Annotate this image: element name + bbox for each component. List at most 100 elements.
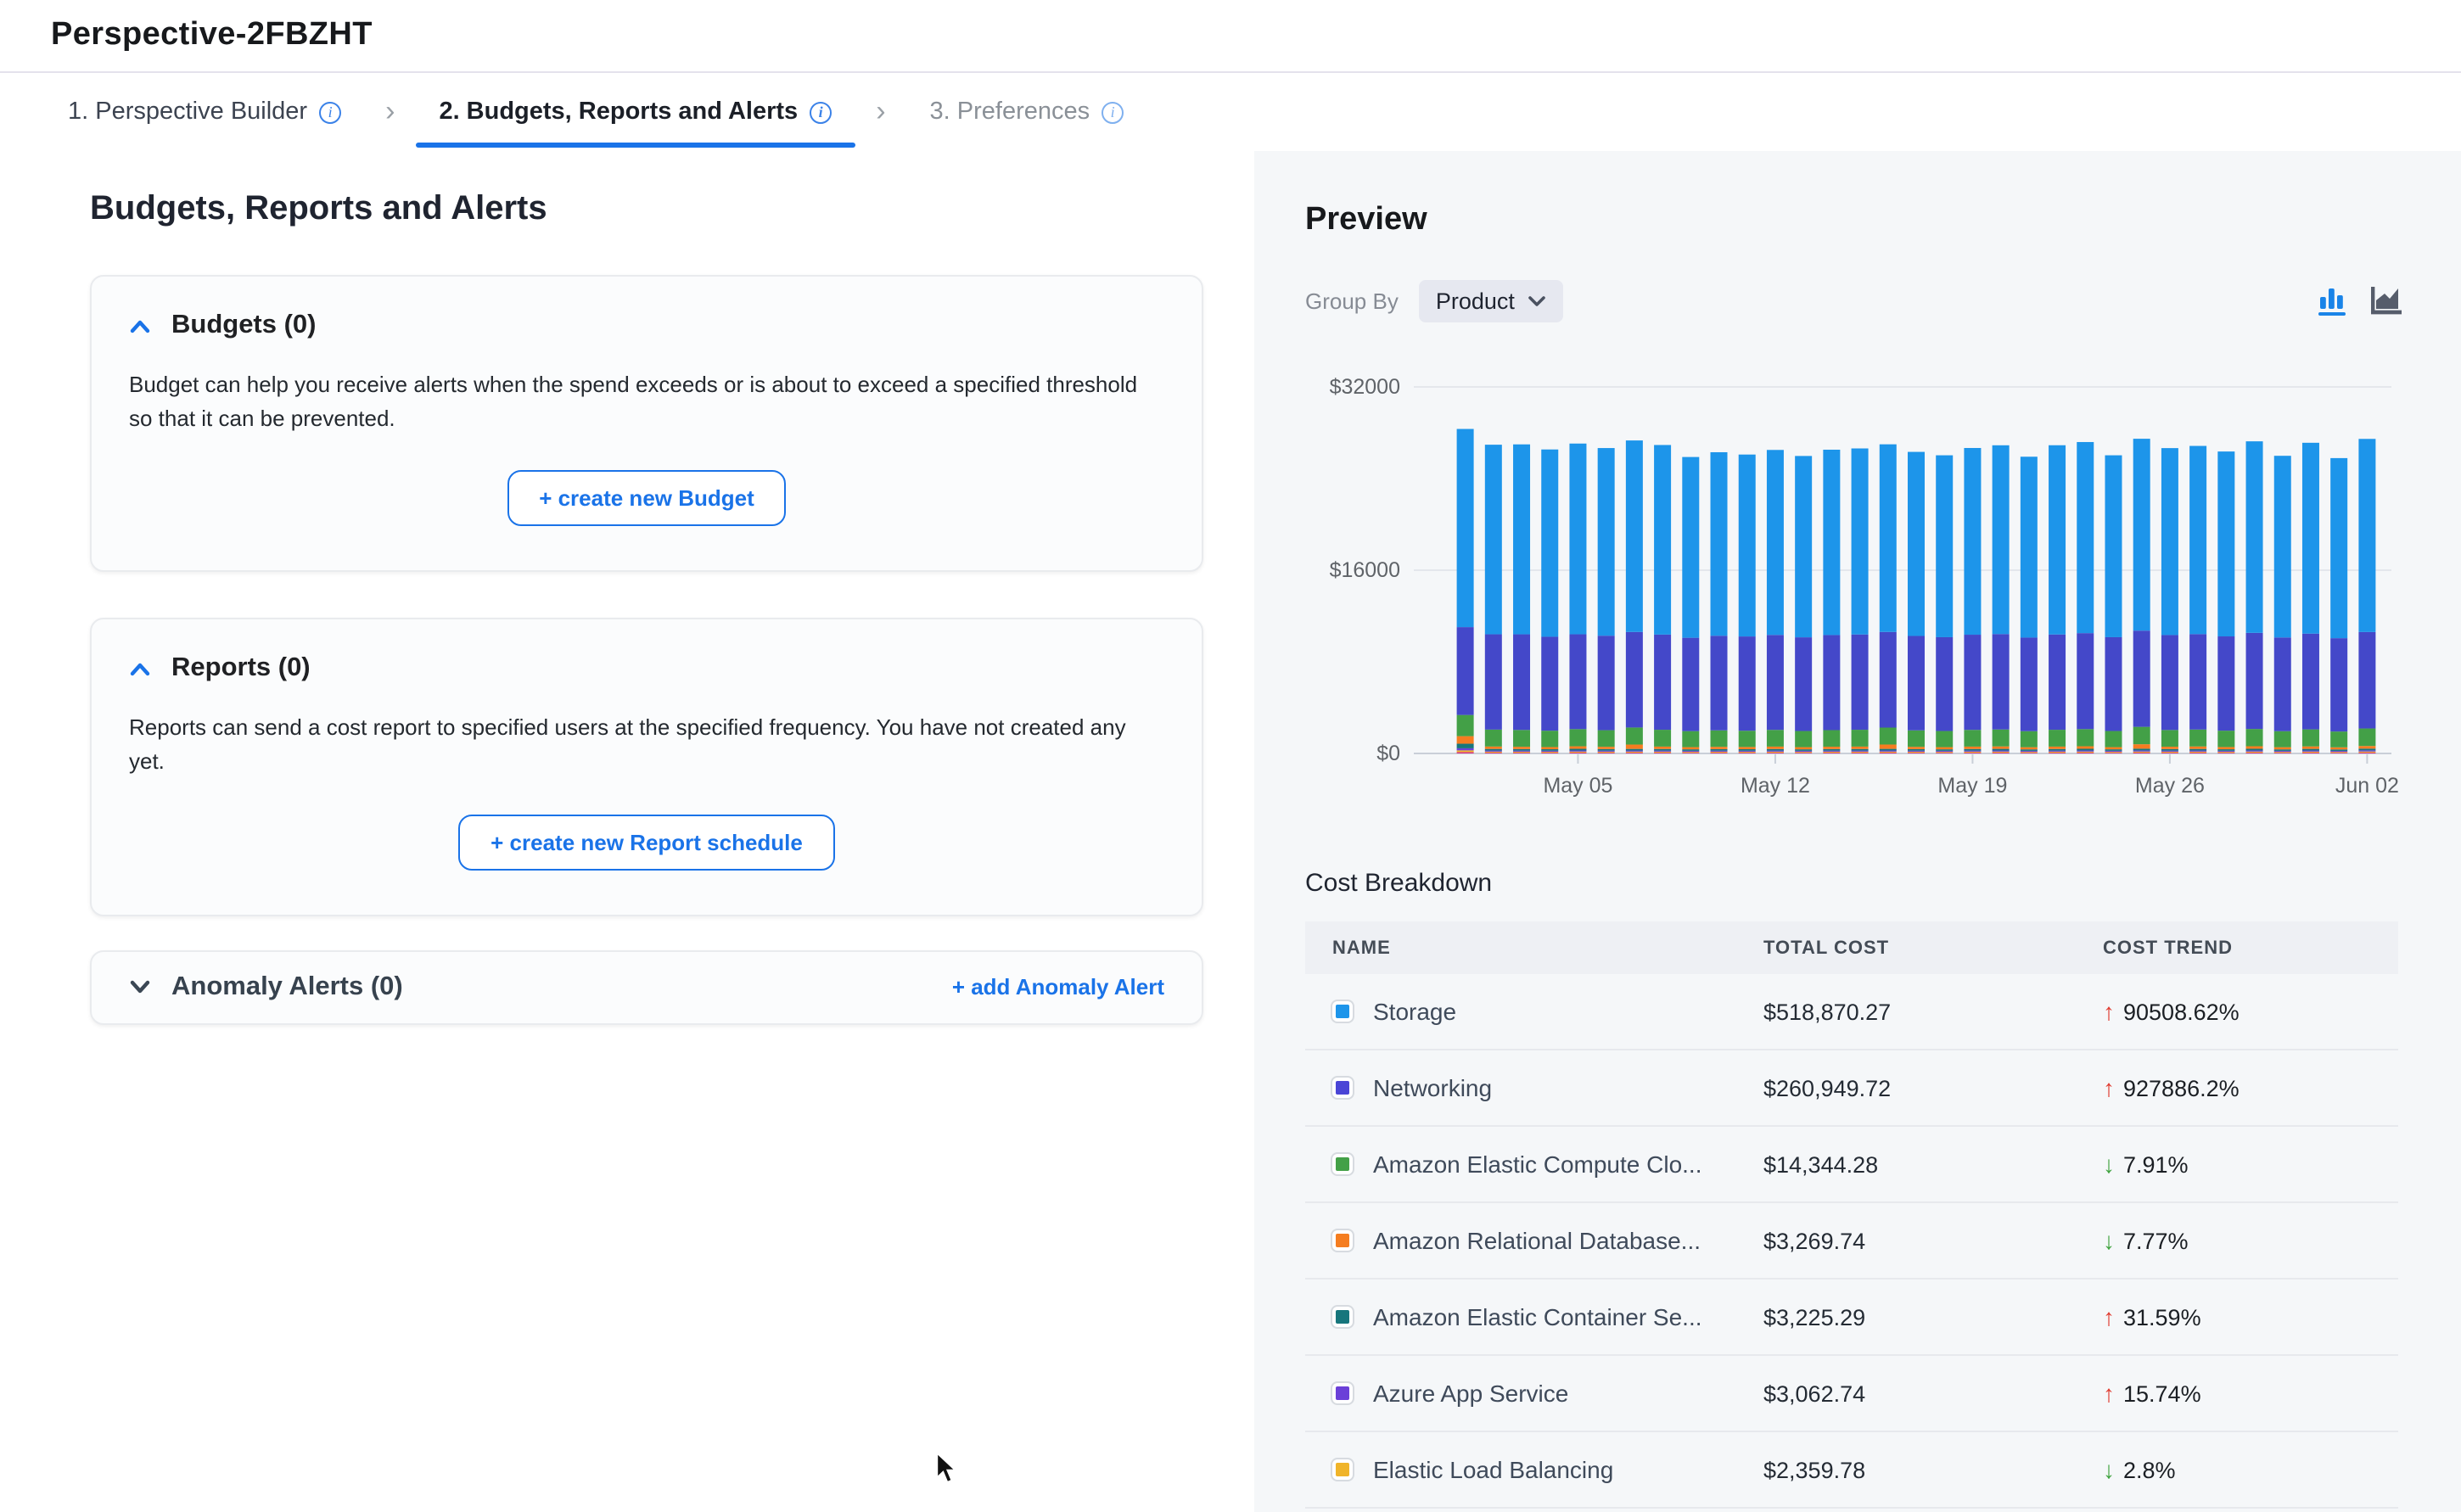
bar-segment[interactable] — [2189, 747, 2206, 749]
bar-segment[interactable] — [1908, 747, 1925, 749]
bar-segment[interactable] — [2133, 744, 2150, 748]
groupby-dropdown[interactable]: Product — [1419, 280, 1564, 322]
bar-segment[interactable] — [2189, 446, 2206, 635]
bar-segment[interactable] — [1654, 635, 1671, 730]
bar-segment[interactable] — [1541, 450, 1558, 637]
bar-segment[interactable] — [1569, 752, 1586, 753]
bar-segment[interactable] — [1569, 750, 1586, 751]
bar-segment[interactable] — [1852, 749, 1869, 751]
bar-segment[interactable] — [1626, 745, 1643, 749]
bar-segment[interactable] — [2358, 729, 2375, 747]
bar-segment[interactable] — [2274, 637, 2291, 731]
bar-segment[interactable] — [2105, 751, 2122, 752]
bar-segment[interactable] — [2358, 439, 2375, 632]
bar-segment[interactable] — [1513, 730, 1530, 747]
tab-budgets-reports-alerts[interactable]: 2. Budgets, Reports and Alerts i — [439, 98, 832, 126]
bar-segment[interactable] — [1795, 752, 1812, 753]
bar-segment[interactable] — [2133, 439, 2150, 630]
bar-segment[interactable] — [2189, 634, 2206, 729]
bar-segment[interactable] — [2217, 731, 2234, 747]
bar-segment[interactable] — [2105, 748, 2122, 750]
bar-segment[interactable] — [2246, 752, 2263, 753]
bar-segment[interactable] — [1598, 749, 1615, 751]
bar-segment[interactable] — [1626, 749, 1643, 751]
bar-segment[interactable] — [2133, 748, 2150, 750]
bar-segment[interactable] — [2049, 730, 2066, 747]
bar-segment[interactable] — [1964, 752, 1981, 753]
bar-segment[interactable] — [1541, 747, 1558, 749]
bar-segment[interactable] — [2021, 637, 2038, 731]
bar-segment[interactable] — [2077, 752, 2094, 753]
bar-segment[interactable] — [2246, 729, 2263, 746]
bar-segment[interactable] — [1993, 634, 2010, 729]
bar-segment[interactable] — [1852, 751, 1869, 752]
info-icon[interactable]: i — [319, 101, 341, 123]
bar-segment[interactable] — [2330, 751, 2347, 752]
bar-segment[interactable] — [2217, 751, 2234, 752]
bar-segment[interactable] — [1513, 752, 1530, 753]
bar-segment[interactable] — [1880, 632, 1897, 728]
bar-segment[interactable] — [1823, 752, 1840, 753]
bar-segment[interactable] — [1795, 456, 1812, 637]
bar-segment[interactable] — [2246, 441, 2263, 633]
bar-segment[interactable] — [2274, 748, 2291, 750]
table-row[interactable]: Elastic Load Balancing$2,359.78↓2.8% — [1305, 1432, 2398, 1509]
bar-segment[interactable] — [2161, 752, 2178, 753]
bar-segment[interactable] — [1513, 635, 1530, 731]
bar-segment[interactable] — [2105, 456, 2122, 637]
bar-segment[interactable] — [2330, 638, 2347, 731]
tab-preferences[interactable]: 3. Preferences i — [930, 98, 1124, 126]
bar-segment[interactable] — [1823, 747, 1840, 749]
bar-segment[interactable] — [1767, 752, 1784, 753]
bar-segment[interactable] — [1795, 731, 1812, 748]
bar-segment[interactable] — [1936, 731, 1953, 748]
bar-segment[interactable] — [2049, 445, 2066, 635]
bar-segment[interactable] — [1711, 751, 1728, 752]
bar-segment[interactable] — [1485, 635, 1502, 730]
bar-segment[interactable] — [2189, 730, 2206, 747]
bar-segment[interactable] — [1936, 752, 1953, 753]
bar-segment[interactable] — [2077, 750, 2094, 751]
bar-segment[interactable] — [1569, 749, 1586, 751]
bar-segment[interactable] — [2330, 748, 2347, 749]
bar-segment[interactable] — [2330, 731, 2347, 748]
table-row[interactable]: Amazon Elastic Compute Clo...$14,344.28↓… — [1305, 1127, 2398, 1203]
bar-segment[interactable] — [1711, 747, 1728, 749]
bar-segment[interactable] — [1541, 749, 1558, 751]
bar-segment[interactable] — [1711, 636, 1728, 731]
bar-segment[interactable] — [2161, 747, 2178, 749]
bar-segment[interactable] — [1485, 445, 1502, 634]
bar-segment[interactable] — [1654, 751, 1671, 752]
bar-segment[interactable] — [1682, 751, 1699, 752]
bar-segment[interactable] — [2302, 749, 2319, 751]
bar-segment[interactable] — [1682, 752, 1699, 753]
bar-segment[interactable] — [1513, 749, 1530, 751]
bar-segment[interactable] — [1569, 635, 1586, 730]
bar-segment[interactable] — [1457, 744, 1474, 748]
bar-segment[interactable] — [2161, 730, 2178, 747]
bar-segment[interactable] — [1485, 747, 1502, 749]
bar-segment[interactable] — [1880, 752, 1897, 753]
bar-segment[interactable] — [2358, 746, 2375, 748]
bar-segment[interactable] — [2302, 752, 2319, 753]
bar-segment[interactable] — [1823, 749, 1840, 751]
bar-segment[interactable] — [1711, 749, 1728, 751]
bar-segment[interactable] — [2330, 458, 2347, 638]
bar-segment[interactable] — [1993, 751, 2010, 752]
bar-segment[interactable] — [1598, 448, 1615, 636]
bar-segment[interactable] — [2246, 748, 2263, 750]
bar-segment[interactable] — [2077, 749, 2094, 751]
info-icon[interactable]: i — [1102, 101, 1124, 123]
bar-segment[interactable] — [2021, 748, 2038, 750]
bar-segment[interactable] — [1711, 752, 1728, 753]
tab-perspective-builder[interactable]: 1. Perspective Builder i — [68, 98, 341, 126]
bar-segment[interactable] — [1964, 635, 1981, 730]
bar-segment[interactable] — [1993, 445, 2010, 634]
bar-segment[interactable] — [1852, 752, 1869, 753]
area-chart-toggle-button[interactable] — [2371, 287, 2405, 316]
bar-segment[interactable] — [1485, 730, 1502, 747]
bar-segment[interactable] — [2302, 443, 2319, 634]
bar-segment[interactable] — [1823, 751, 1840, 752]
bar-segment[interactable] — [2105, 637, 2122, 731]
bar-segment[interactable] — [1767, 749, 1784, 751]
